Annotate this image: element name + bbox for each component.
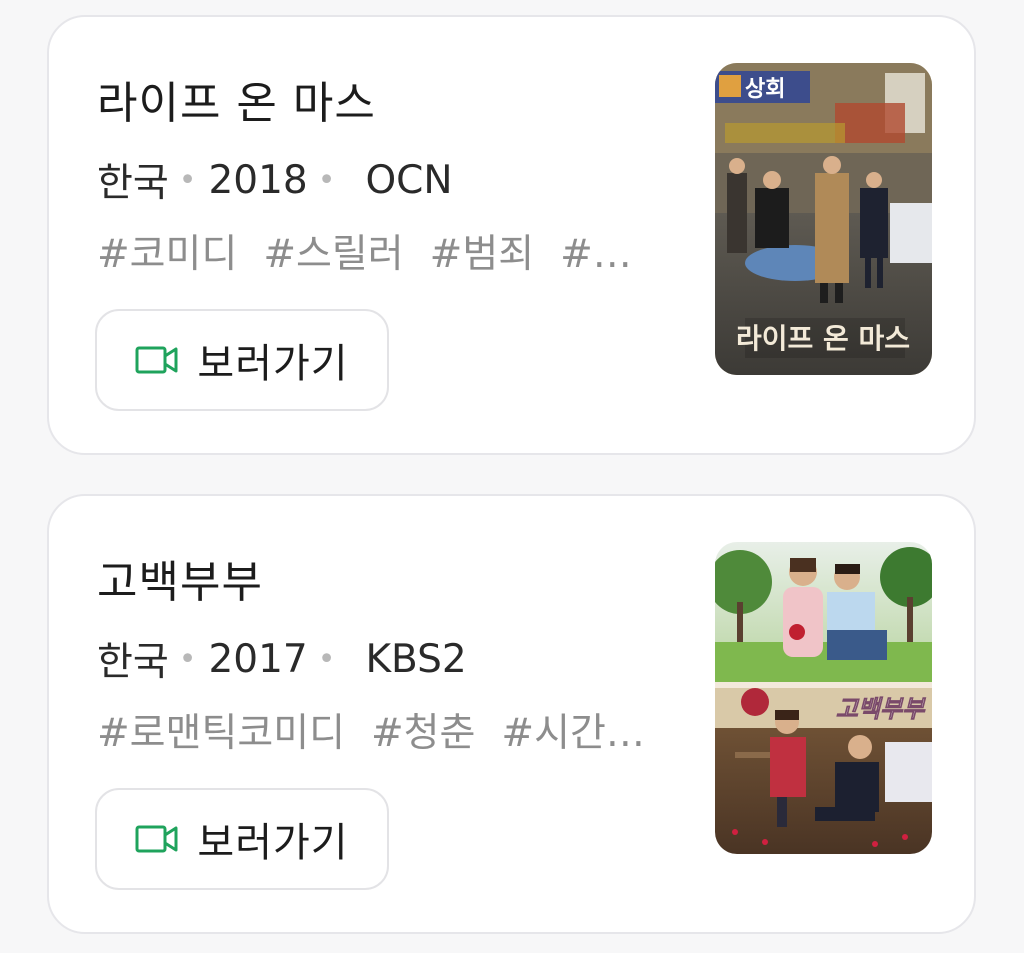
separator-dot: • bbox=[178, 162, 197, 198]
watch-button[interactable]: 보러가기 bbox=[95, 309, 389, 411]
genre-tag[interactable]: #코미디 bbox=[97, 232, 237, 277]
genre-tag[interactable]: #로맨틱코미디 bbox=[97, 711, 345, 756]
drama-network: KBS2 bbox=[365, 636, 467, 682]
drama-poster[interactable]: 고백부부 bbox=[715, 542, 932, 854]
poster-sign: 상회 bbox=[745, 77, 785, 102]
drama-network: OCN bbox=[365, 157, 453, 203]
video-camera-icon bbox=[135, 346, 178, 374]
separator-dot: • bbox=[317, 641, 336, 677]
video-camera-icon bbox=[135, 825, 178, 853]
genre-tag[interactable]: #시간… bbox=[501, 711, 644, 756]
poster-title-text: 라이프 온 마스 bbox=[736, 322, 910, 355]
drama-poster[interactable]: 상회 라이프 온 마스 bbox=[715, 63, 932, 375]
drama-year: 2017 bbox=[208, 636, 308, 682]
genre-tag[interactable]: #수사 bbox=[560, 232, 657, 277]
genre-tag[interactable]: #청춘 bbox=[371, 711, 475, 756]
genre-tags: #코미디 #스릴러 #범죄 #수사 bbox=[97, 223, 657, 279]
watch-button[interactable]: 보러가기 bbox=[95, 788, 389, 890]
drama-country: 한국 bbox=[97, 161, 169, 206]
genre-tag[interactable]: #범죄 bbox=[430, 232, 534, 277]
separator-dot: • bbox=[317, 162, 336, 198]
drama-meta: 한국 • 2017 • KBS2 bbox=[97, 631, 467, 687]
drama-meta: 한국 • 2018 • OCN bbox=[97, 152, 453, 208]
genre-tag[interactable]: #스릴러 bbox=[263, 232, 403, 277]
drama-title[interactable]: 고백부부 bbox=[97, 546, 263, 610]
drama-title[interactable]: 라이프 온 마스 bbox=[97, 67, 376, 131]
drama-country: 한국 bbox=[97, 640, 169, 685]
poster-title-text: 고백부부 bbox=[836, 695, 926, 723]
watch-button-label: 보러가기 bbox=[197, 341, 349, 387]
drama-card[interactable]: 고백부부 한국 • 2017 • KBS2 #로맨틱코미디 #청춘 #시간… 보러가… bbox=[47, 494, 976, 934]
drama-card[interactable]: 라이프 온 마스 한국 • 2018 • OCN #코미디 #스릴러 #범죄 #수사 … bbox=[47, 15, 976, 455]
watch-button-label: 보러가기 bbox=[197, 820, 349, 866]
genre-tags: #로맨틱코미디 #청춘 #시간… bbox=[97, 702, 645, 758]
drama-year: 2018 bbox=[208, 157, 308, 203]
separator-dot: • bbox=[178, 641, 197, 677]
search-results: 라이프 온 마스 한국 • 2018 • OCN #코미디 #스릴러 #범죄 #수사 … bbox=[0, 0, 1024, 953]
